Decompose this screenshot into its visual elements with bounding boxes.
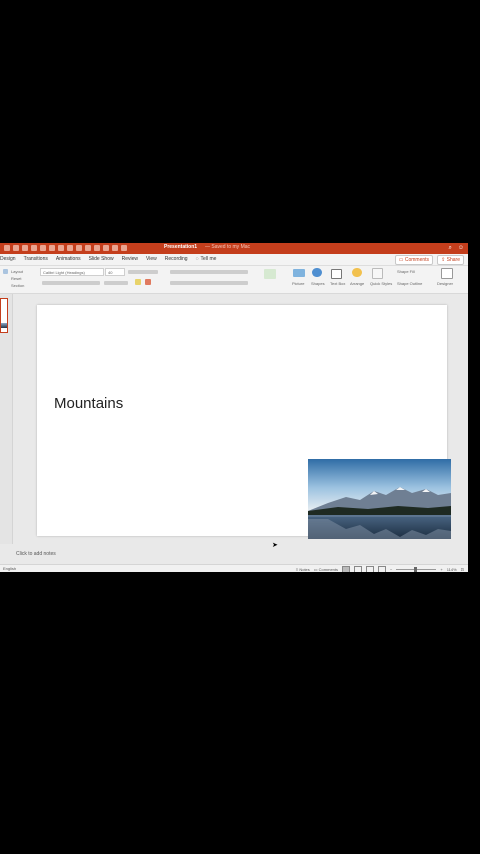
undo-icon[interactable] <box>31 245 37 251</box>
comments-toggle[interactable]: ▭ Comments <box>314 567 338 572</box>
shapes-button[interactable]: Shapes <box>311 281 325 286</box>
tab-review[interactable]: Review <box>122 256 138 262</box>
print-icon[interactable] <box>112 245 118 251</box>
search-icon[interactable]: ⌕ <box>448 245 451 252</box>
redo-icon[interactable] <box>40 245 46 251</box>
text-box-icon[interactable] <box>85 245 91 251</box>
quick-styles-button[interactable]: Quick Styles <box>370 281 392 286</box>
layout-icon <box>3 269 8 274</box>
share-button[interactable]: ⇪ Share <box>437 255 464 265</box>
designer-button[interactable]: Designer <box>437 281 453 286</box>
zoom-in-icon[interactable]: + <box>440 567 442 572</box>
reading-view-icon[interactable] <box>366 566 375 572</box>
font-color-icon[interactable] <box>145 279 151 285</box>
paragraph-list-buttons[interactable] <box>170 270 248 274</box>
highlight-color-icon[interactable] <box>135 279 141 285</box>
arrange-icon[interactable] <box>352 268 362 277</box>
lightbulb-icon: ◌ <box>195 256 199 262</box>
thumbnail-image <box>1 323 7 328</box>
quick-styles-icon[interactable] <box>372 268 383 279</box>
arrange-button[interactable]: Arrange <box>350 281 364 286</box>
home-icon[interactable] <box>13 245 19 251</box>
font-size-select[interactable]: 40 <box>105 268 125 276</box>
comments-button[interactable]: ▭ Comments <box>394 255 434 265</box>
share-label: Share <box>446 257 460 263</box>
slide-sorter-view-icon[interactable] <box>354 566 363 572</box>
format-painter-icon[interactable] <box>58 245 64 251</box>
text-effects-buttons[interactable] <box>104 281 128 285</box>
slide-thumbnail[interactable] <box>0 298 8 333</box>
ribbon-toolbar: Layout Reset Section Calibri Light (Head… <box>0 266 468 294</box>
font-style-buttons[interactable] <box>42 281 100 285</box>
paragraph-align-buttons[interactable] <box>170 281 248 285</box>
tab-slide-show[interactable]: Slide Show <box>89 256 114 262</box>
customize-toolbar-icon[interactable] <box>121 245 127 251</box>
notes-placeholder: Click to add notes <box>16 551 56 557</box>
tab-view[interactable]: View <box>146 256 157 262</box>
tab-design[interactable]: Design <box>0 256 16 262</box>
convert-to-smartart-icon[interactable] <box>264 269 276 279</box>
tab-animations[interactable]: Animations <box>56 256 81 262</box>
insert-image-icon[interactable] <box>67 245 73 251</box>
normal-view-icon[interactable] <box>342 566 351 572</box>
new-slide-icon[interactable] <box>49 245 55 251</box>
font-size-controls[interactable] <box>128 270 158 274</box>
notes-toggle[interactable]: ≡ Notes <box>296 567 310 572</box>
shapes-icon[interactable] <box>76 245 82 251</box>
table-icon[interactable] <box>94 245 100 251</box>
document-title: Presentation1 <box>164 244 198 250</box>
reset-button[interactable]: Reset <box>11 276 21 281</box>
notes-toggle-label: Notes <box>299 567 310 572</box>
layout-button[interactable]: Layout <box>11 269 23 274</box>
fit-to-window-icon[interactable]: ⊡ <box>461 567 464 572</box>
zoom-level[interactable]: 114% <box>447 567 457 572</box>
mountain-lake-image[interactable] <box>308 459 451 539</box>
autosave-icon[interactable] <box>4 245 10 251</box>
comments-toggle-label: Comments <box>318 567 339 572</box>
zoom-slider[interactable] <box>396 567 437 572</box>
text-box-icon[interactable] <box>331 269 342 279</box>
quick-access-toolbar <box>4 245 127 251</box>
slideshow-view-icon[interactable] <box>378 566 387 572</box>
slide-title[interactable]: Mountains <box>54 395 123 412</box>
picture-icon[interactable] <box>293 269 305 277</box>
text-box-button[interactable]: Text Box <box>330 281 345 286</box>
shape-fill-button[interactable]: Shape Fill <box>397 269 415 274</box>
powerpoint-window: Presentation1 — Saved to my Mac ⌕ ☺ Desi… <box>0 243 468 572</box>
slide-canvas[interactable]: Mountains <box>37 305 451 539</box>
zoom-slider-handle[interactable] <box>414 567 418 572</box>
designer-icon[interactable] <box>441 268 453 279</box>
picture-button[interactable]: Picture <box>292 281 304 286</box>
tab-recording[interactable]: Recording <box>165 256 188 262</box>
language-indicator[interactable]: English <box>3 566 16 571</box>
zoom-out-icon[interactable]: − <box>390 567 392 572</box>
slideshow-icon[interactable] <box>103 245 109 251</box>
shape-outline-button[interactable]: Shape Outline <box>397 281 422 286</box>
font-name-select[interactable]: Calibri Light (Headings) <box>40 268 104 276</box>
font-size-value: 40 <box>108 270 113 275</box>
mouse-pointer-icon: ➤ <box>272 542 278 549</box>
tab-transitions[interactable]: Transitions <box>24 256 48 262</box>
account-icon[interactable]: ☺ <box>458 245 464 252</box>
notes-pane[interactable]: Click to add notes <box>0 544 468 564</box>
ribbon-tabs: Design Transitions Animations Slide Show… <box>0 254 468 266</box>
tell-me-box[interactable]: ◌ Tell me <box>196 256 217 262</box>
save-icon[interactable] <box>22 245 28 251</box>
comments-label: Comments <box>404 257 430 263</box>
shapes-icon[interactable] <box>312 268 322 277</box>
tell-me-label: Tell me <box>200 256 217 262</box>
status-bar: English ≡ Notes ▭ Comments − + 114% ⊡ <box>0 564 468 572</box>
slide-thumbnail-pane <box>0 294 13 560</box>
title-bar: Presentation1 — Saved to my Mac ⌕ ☺ <box>0 243 468 254</box>
font-name-value: Calibri Light (Headings) <box>43 270 85 275</box>
section-button[interactable]: Section <box>11 283 24 288</box>
document-save-status: — Saved to my Mac <box>205 244 251 250</box>
